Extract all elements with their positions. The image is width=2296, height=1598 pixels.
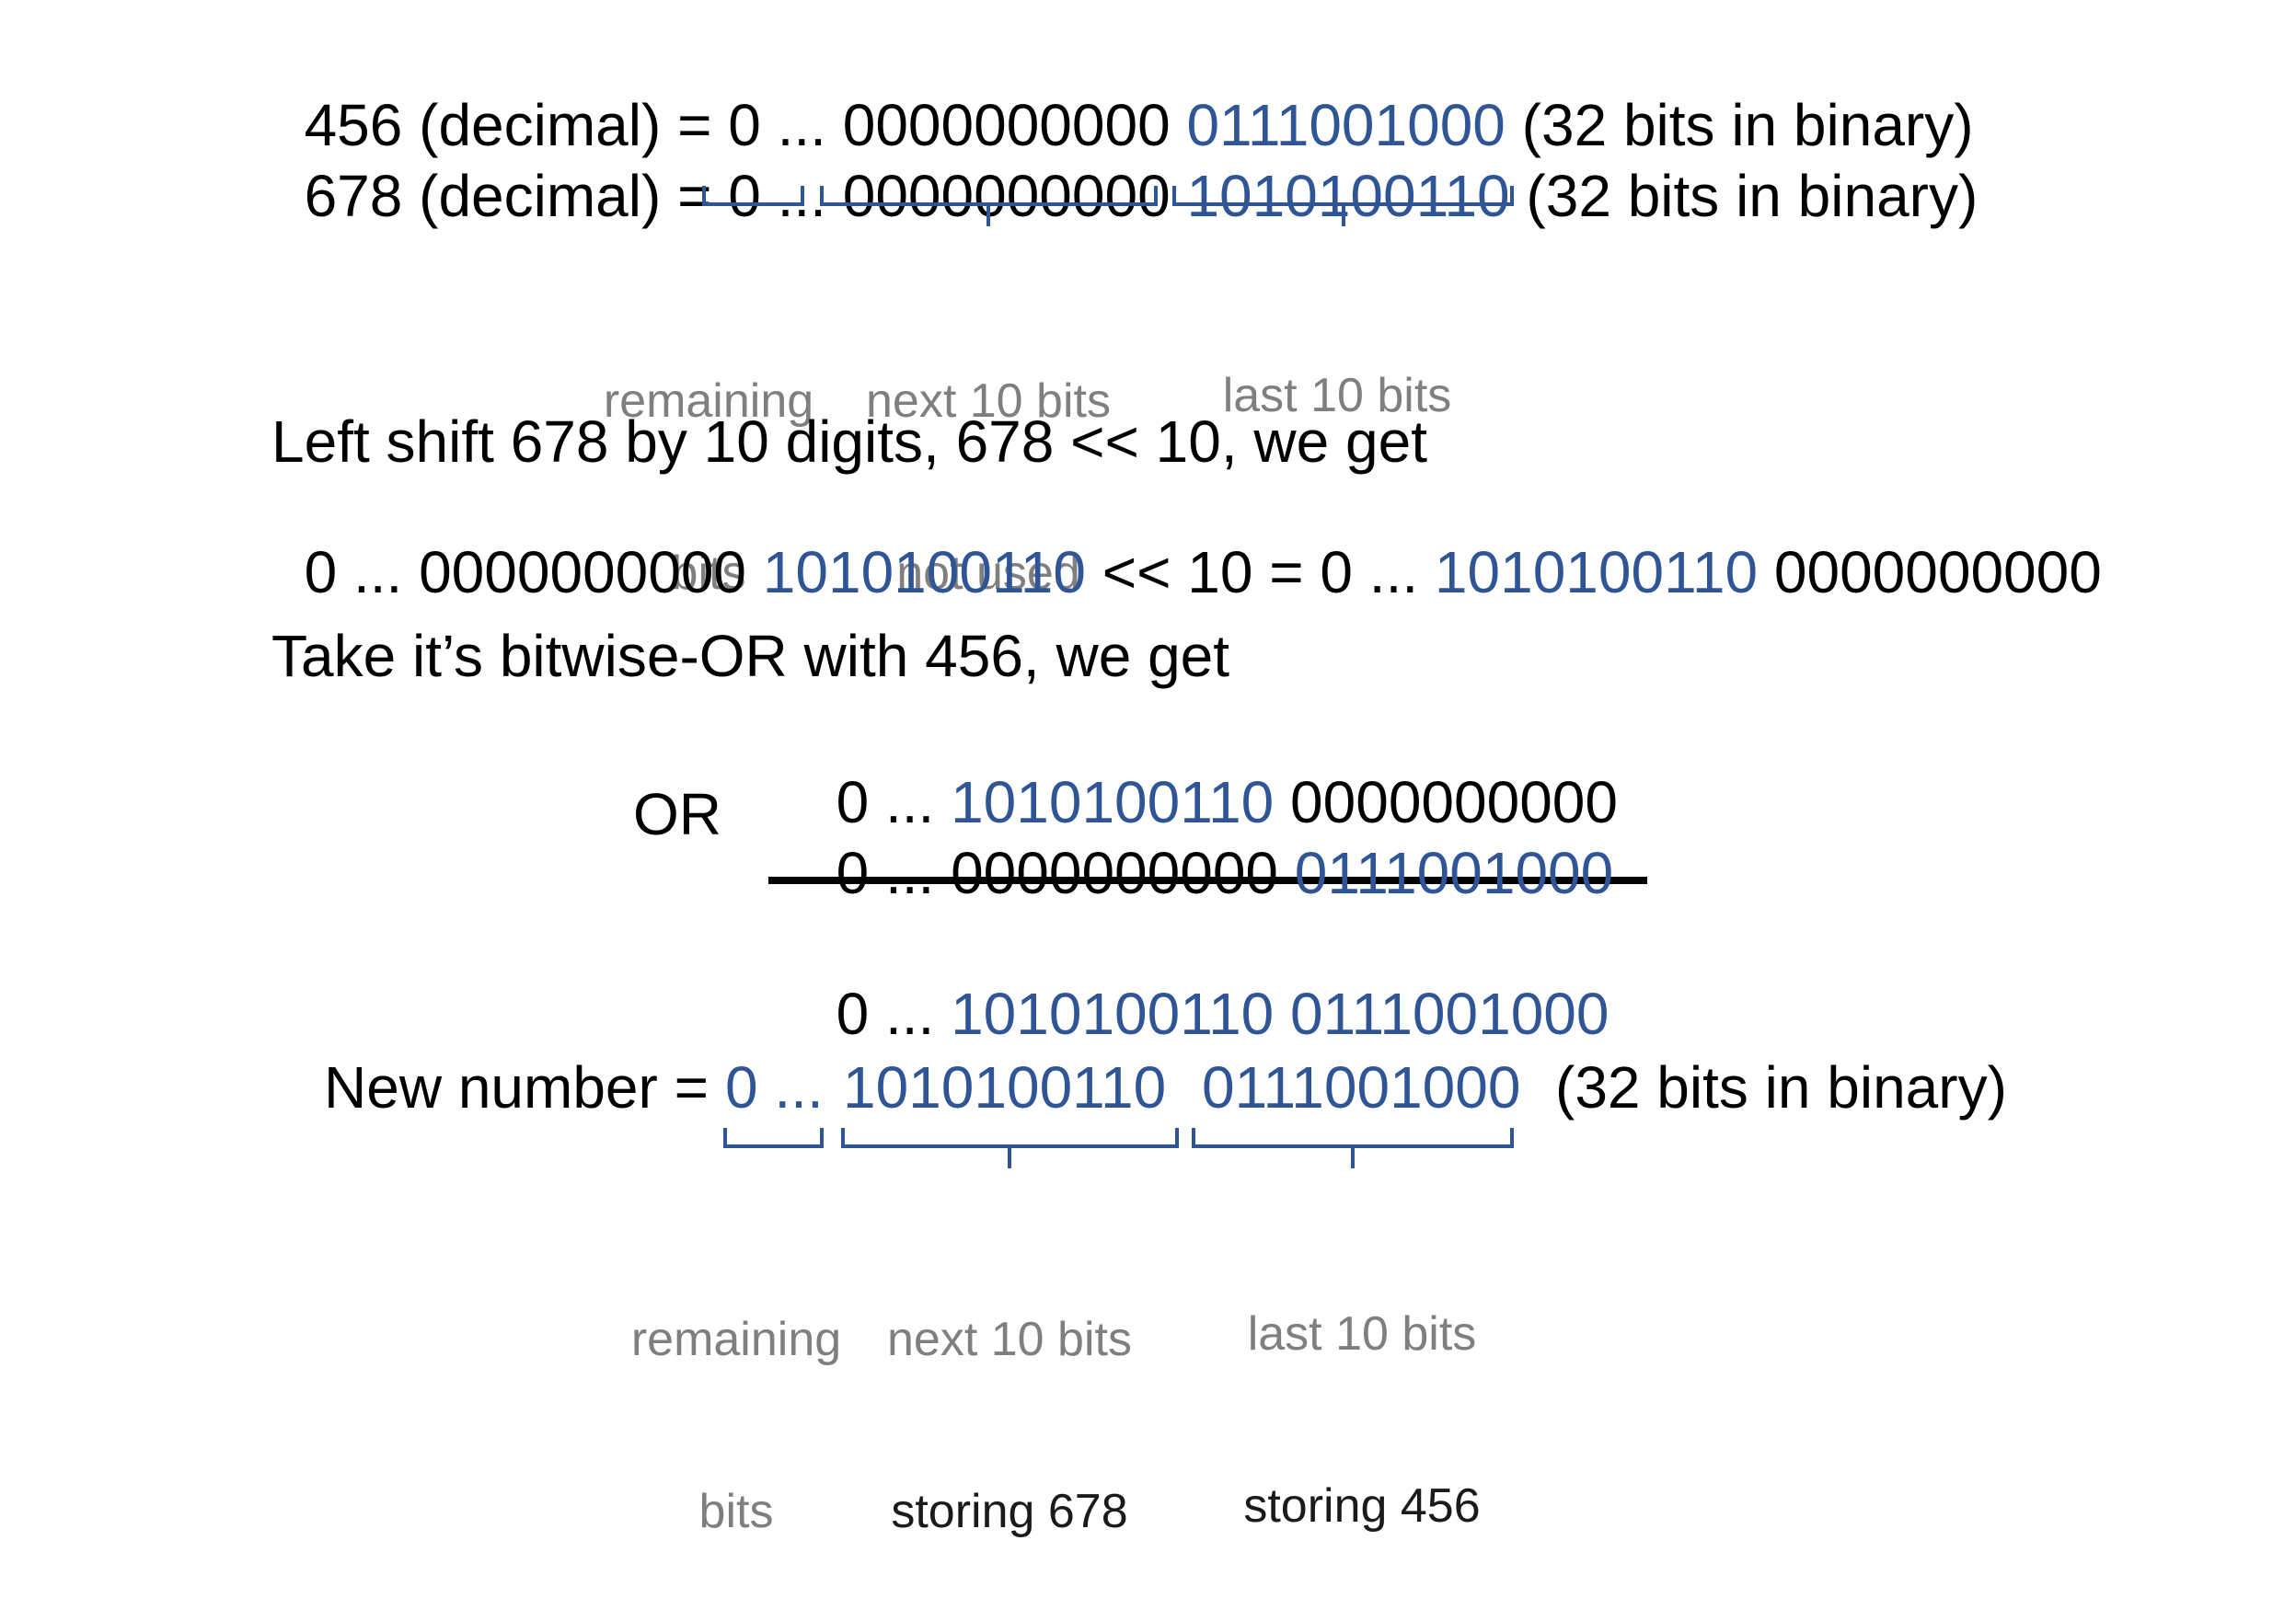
or-result-prefix: 0 ... [836,981,952,1047]
label-bottom-remaining-bits: remaining bits [626,1196,847,1598]
line-678-binary: 678 (decimal) = 0 ... 0000000000 1010100… [271,108,1979,225]
label-bottom-next-line2: storing 678 [891,1484,1128,1538]
new-number-zero: 0 ... [725,1054,824,1121]
shift-expression: 0 ... 0000000000 1010100110 << 10 = 0 ..… [271,484,2102,602]
shift-expr-bits1: 1010100110 [762,539,1086,605]
new-number-bits1: 1010100110 [843,1054,1167,1121]
line-678-prefix: 678 (decimal) = 0 ... 0000000000 [304,163,1187,229]
new-number-bits2: 0111001000 [1202,1054,1521,1121]
shift-expr-mid: << 10 = 0 ... [1085,539,1435,605]
bracket-bottom-remaining [723,1128,824,1148]
or-operator-label: OR [633,781,721,847]
label-bottom-next-10-bits: next 10 bits storing 678 [871,1196,1148,1598]
or-row-456: 0 ... 0000000000 0111001000 [803,785,1614,902]
or-result-row: 0 ... 1010100110 0111001000 [803,925,1610,1043]
or-result-sep [1274,981,1290,1047]
label-bottom-last-line2: storing 456 [1243,1478,1481,1533]
bracket-bottom-next [841,1128,1179,1168]
or-row2-prefix: 0 ... 0000000000 [836,840,1295,906]
label-bottom-next-line1: next 10 bits [887,1312,1132,1366]
label-bottom-remaining-line2: bits [698,1484,774,1538]
line-678-suffix: (32 bits in binary) [1509,163,1979,229]
shift-expr-bits2: 1010100110 [1434,539,1759,605]
shift-expr-suffix: 0000000000 [1758,539,2102,605]
or-result-bits2: 0111001000 [1290,981,1610,1047]
or-row2-bits: 0111001000 [1294,840,1614,906]
shift-expr-prefix: 0 ... 0000000000 [304,539,763,605]
label-bottom-last-10-bits: last 10 bits storing 456 [1224,1190,1500,1592]
new-number-suffix: (32 bits in binary) [1555,1054,2007,1121]
line-678-bits: 1010100110 [1186,163,1510,229]
new-number-label: New number = [324,1054,725,1121]
or-heading: Take it’s bitwise-OR with 456, we get [271,623,1230,689]
label-bottom-last-line1: last 10 bits [1247,1306,1477,1361]
shift-heading: Left shift 678 by 10 digits, 678 << 10, … [271,408,1427,475]
or-result-bits1: 1010100110 [951,981,1275,1047]
label-bottom-remaining-line1: remaining [630,1312,842,1366]
bracket-bottom-last [1192,1128,1514,1168]
